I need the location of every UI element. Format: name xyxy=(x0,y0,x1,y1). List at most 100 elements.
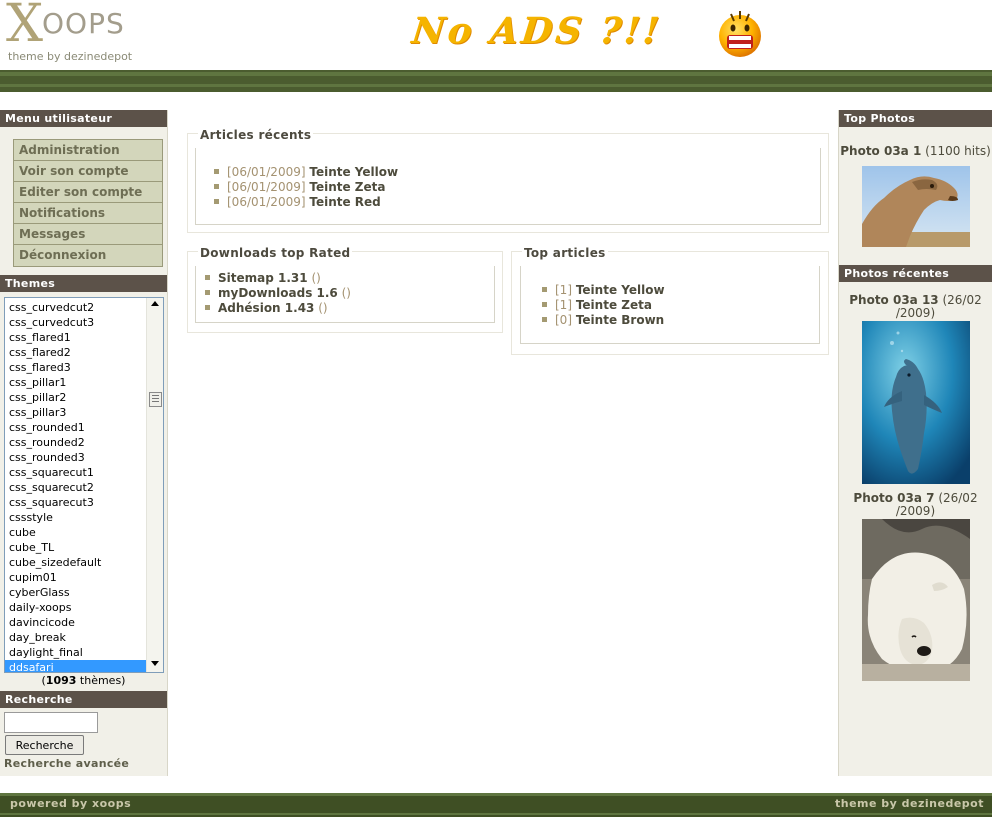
theme-count-number: 1093 xyxy=(45,674,77,687)
search-input[interactable] xyxy=(4,712,98,733)
article-title[interactable]: Teinte Brown xyxy=(576,313,664,327)
article-title[interactable]: Teinte Red xyxy=(309,195,380,209)
theme-select-list[interactable]: css_curvedcut2 css_curvedcut3 css_flared1 c… xyxy=(4,297,164,673)
downloads-title: Downloads top Rated xyxy=(198,246,353,260)
top-photos-title: Top Photos xyxy=(839,110,992,127)
top-photo-caption: Photo 03a 1 (1100 hits) xyxy=(839,145,992,158)
article-rank: [0] xyxy=(555,313,572,327)
theme-option[interactable]: cyberGlass xyxy=(5,585,148,600)
top-articles-title: Top articles xyxy=(522,246,608,260)
scroll-up-arrow-icon[interactable] xyxy=(151,301,159,306)
article-rank: [1] xyxy=(555,283,572,297)
advanced-search-link[interactable]: Recherche avancée xyxy=(4,757,167,770)
top-articles-list: [1] Teinte Yellow [1] Teinte Zeta [0] Te… xyxy=(542,283,665,328)
site-logo[interactable]: X OOPS theme by dezinedepot xyxy=(6,0,136,66)
left-column: Menu utilisateur Administration Voir son… xyxy=(0,110,168,776)
header-bar xyxy=(0,70,992,92)
theme-option[interactable]: cube_TL xyxy=(5,540,148,555)
camel-photo[interactable] xyxy=(861,166,970,247)
download-title[interactable]: Sitemap 1.31 xyxy=(218,271,308,285)
menu-item-administration[interactable]: Administration xyxy=(14,140,162,161)
theme-option[interactable]: day_break xyxy=(5,630,148,645)
menu-item-messages[interactable]: Messages xyxy=(14,224,162,245)
theme-option[interactable]: davincicode xyxy=(5,615,148,630)
scroll-down-arrow-icon[interactable] xyxy=(151,661,159,666)
list-item[interactable]: Adhésion 1.43 () xyxy=(205,301,351,316)
download-extra: () xyxy=(341,286,351,300)
recent-photo-caption: Photo 03a 13 (26/02 /2009) xyxy=(839,294,992,320)
theme-option[interactable]: css_flared1 xyxy=(5,330,148,345)
menu-item-logout[interactable]: Déconnexion xyxy=(14,245,162,266)
menu-item-edit-account[interactable]: Editer son compte xyxy=(14,182,162,203)
list-item[interactable]: [0] Teinte Brown xyxy=(542,313,665,328)
list-item[interactable]: [06/01/2009] Teinte Yellow xyxy=(214,165,398,180)
shouting-smiley-icon xyxy=(719,11,761,57)
download-title[interactable]: myDownloads 1.6 xyxy=(218,286,338,300)
footer: powered by xoops theme by dezinedepot xyxy=(0,793,992,817)
article-date: [06/01/2009] xyxy=(227,165,306,179)
right-column: Top Photos Photo 03a 1 (1100 hits) Photo… xyxy=(838,110,992,776)
photo-name[interactable]: Photo 03a 1 xyxy=(840,144,921,158)
theme-option[interactable]: css_rounded1 xyxy=(5,420,148,435)
menu-item-notifications[interactable]: Notifications xyxy=(14,203,162,224)
theme-option[interactable]: ddsafari xyxy=(5,660,148,672)
powered-by-link[interactable]: powered by xoops xyxy=(10,797,131,810)
logo-x: X xyxy=(6,0,44,54)
download-extra: () xyxy=(318,301,328,315)
theme-option[interactable]: css_pillar2 xyxy=(5,390,148,405)
theme-option[interactable]: daylight_final xyxy=(5,645,148,660)
logo-tagline: theme by dezinedepot xyxy=(8,50,133,63)
theme-option[interactable]: css_flared2 xyxy=(5,345,148,360)
list-item[interactable]: [1] Teinte Yellow xyxy=(542,283,665,298)
theme-option[interactable]: cube_sizedefault xyxy=(5,555,148,570)
theme-option[interactable]: cupim01 xyxy=(5,570,148,585)
theme-list-scrollbar[interactable] xyxy=(146,298,163,672)
downloads-block: Downloads top Rated Sitemap 1.31 () myDo… xyxy=(187,246,503,333)
theme-option[interactable]: daily-xoops xyxy=(5,600,148,615)
theme-option[interactable]: css_pillar1 xyxy=(5,375,148,390)
list-item[interactable]: [06/01/2009] Teinte Red xyxy=(214,195,398,210)
search-button[interactable]: Recherche xyxy=(5,735,84,755)
article-title[interactable]: Teinte Zeta xyxy=(309,180,385,194)
article-title[interactable]: Teinte Yellow xyxy=(309,165,398,179)
photo-name[interactable]: Photo 03a 7 xyxy=(853,491,934,505)
themes-title: Themes xyxy=(0,275,167,292)
banner-text: No ADS ?!! xyxy=(409,10,665,52)
list-item[interactable]: Sitemap 1.31 () xyxy=(205,271,351,286)
theme-option[interactable]: css_squarecut2 xyxy=(5,480,148,495)
menu-item-view-account[interactable]: Voir son compte xyxy=(14,161,162,182)
theme-option[interactable]: css_pillar3 xyxy=(5,405,148,420)
dolphin-photo[interactable] xyxy=(861,321,970,484)
user-menu: Administration Voir son compte Editer so… xyxy=(13,139,163,267)
theme-options: css_curvedcut2 css_curvedcut3 css_flared1 c… xyxy=(5,298,163,672)
theme-option[interactable]: cube xyxy=(5,525,148,540)
list-item[interactable]: [06/01/2009] Teinte Zeta xyxy=(214,180,398,195)
recent-articles-block: Articles récents [06/01/2009] Teinte Yel… xyxy=(187,128,829,233)
download-title[interactable]: Adhésion 1.43 xyxy=(218,301,314,315)
logo-text: OOPS xyxy=(42,7,125,40)
theme-option[interactable]: css_rounded2 xyxy=(5,435,148,450)
theme-option[interactable]: cssstyle xyxy=(5,510,148,525)
theme-option[interactable]: css_flared3 xyxy=(5,360,148,375)
theme-option[interactable]: css_curvedcut3 xyxy=(5,315,148,330)
top-articles-block: Top articles [1] Teinte Yellow [1] Teint… xyxy=(511,246,829,355)
photo-meta: (1100 hits) xyxy=(925,144,991,158)
photo-name[interactable]: Photo 03a 13 xyxy=(849,293,938,307)
theme-option[interactable]: css_curvedcut2 xyxy=(5,300,148,315)
search-title: Recherche xyxy=(0,691,167,708)
list-item[interactable]: myDownloads 1.6 () xyxy=(205,286,351,301)
list-item[interactable]: [1] Teinte Zeta xyxy=(542,298,665,313)
article-date: [06/01/2009] xyxy=(227,195,306,209)
theme-option[interactable]: css_squarecut1 xyxy=(5,465,148,480)
recent-photos-title: Photos récentes xyxy=(839,265,992,282)
theme-option[interactable]: css_rounded3 xyxy=(5,450,148,465)
search-block: Recherche Recherche Recherche avancée xyxy=(0,691,167,770)
theme-option[interactable]: css_squarecut3 xyxy=(5,495,148,510)
scroll-thumb[interactable] xyxy=(149,392,162,407)
article-title[interactable]: Teinte Zeta xyxy=(576,298,652,312)
recent-articles-title: Articles récents xyxy=(198,128,314,142)
article-rank: [1] xyxy=(555,298,572,312)
theme-credit-link[interactable]: theme by dezinedepot xyxy=(835,797,984,810)
polar-bear-photo[interactable] xyxy=(861,519,970,681)
article-title[interactable]: Teinte Yellow xyxy=(576,283,665,297)
